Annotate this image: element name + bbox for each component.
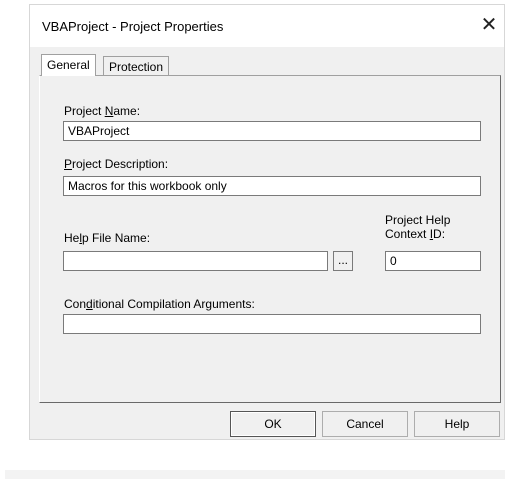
cancel-button[interactable]: Cancel [322, 411, 408, 437]
conditional-compilation-input[interactable] [63, 314, 481, 334]
help-context-id-input[interactable]: 0 [385, 251, 481, 271]
project-properties-dialog: VBAProject - Project Properties ✕ Genera… [29, 4, 505, 440]
help-file-name-input[interactable] [63, 251, 328, 271]
project-description-input[interactable]: Macros for this workbook only [63, 176, 481, 196]
help-context-id-label: Project Help Context ID: [385, 213, 451, 241]
background-strip [5, 470, 505, 479]
close-icon[interactable]: ✕ [480, 15, 498, 35]
help-button[interactable]: Help [414, 411, 500, 437]
window-title: VBAProject - Project Properties [42, 19, 224, 34]
project-description-label: Project Description: [64, 157, 169, 171]
ok-button[interactable]: OK [230, 411, 316, 437]
tab-protection[interactable]: Protection [103, 56, 170, 76]
project-name-input[interactable]: VBAProject [63, 121, 481, 141]
project-name-label: Project Name: [64, 104, 141, 118]
tab-general[interactable]: General [41, 54, 96, 76]
conditional-compilation-label: Conditional Compilation Arguments: [64, 297, 255, 311]
general-tab-panel: Project Name: VBAProject Project Descrip… [39, 75, 501, 403]
title-bar: VBAProject - Project Properties ✕ [30, 5, 504, 47]
help-file-name-label: Help File Name: [64, 231, 151, 245]
browse-help-file-button[interactable]: ... [333, 251, 353, 271]
